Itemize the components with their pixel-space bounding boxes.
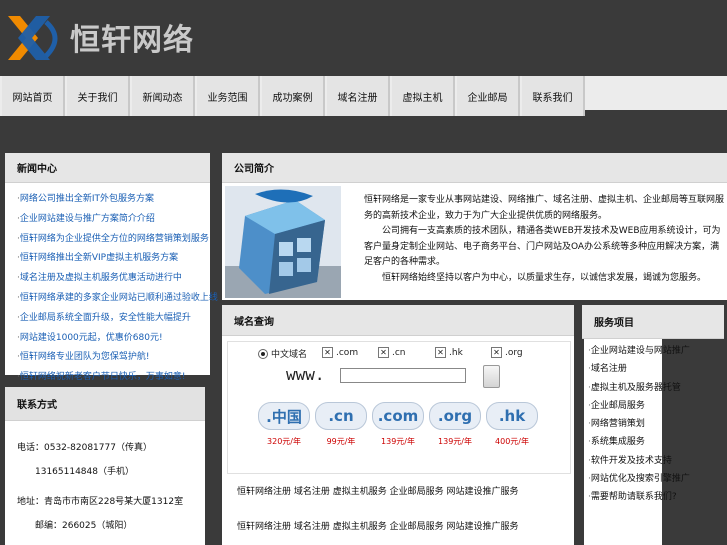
services-list: ·企业网站建设与网站推广 ·域名注册 ·虚拟主机及服务器托管 ·企业邮局服务 ·… [582,342,690,507]
news-item[interactable]: ·域名注册及虚拟主机服务优惠活动进行中 [17,269,210,289]
domain-title: 域名查询 [222,305,574,336]
services-header-panel: 服务项目 [582,305,724,339]
globe-icon: .org [429,402,481,430]
news-item[interactable]: ·网络公司推出全新IT外包服务方案 [17,190,210,210]
news-item[interactable]: ·恒轩网络承建的多家企业网站已顺利通过验收上线 [17,289,218,309]
nav-item-business[interactable]: 业务范围 [197,76,260,116]
tld-price-item[interactable]: .org 139元/年 [429,402,481,447]
domain-option-com[interactable]: ✕ .com [322,347,358,358]
nav-item-domain[interactable]: 域名注册 [327,76,390,116]
service-item[interactable]: ·域名注册 [588,360,690,378]
news-item[interactable]: ·恒轩网络为企业提供全方位的网络营销策划服务 [17,230,210,250]
banner-band [0,116,727,146]
domain-option-org[interactable]: ✕ .org [491,347,523,358]
nav-item-mail[interactable]: 企业邮局 [457,76,520,116]
domain-input[interactable] [340,368,466,383]
service-item[interactable]: ·需要帮助请联系我们? [588,488,690,506]
domain-option-hk[interactable]: ✕ .hk [435,347,463,358]
service-item[interactable]: ·网站优化及搜索引擎推广 [588,470,690,488]
news-item[interactable]: ·企业邮局系统全面升级，安全性能大幅提升 [17,309,210,329]
services-title: 服务项目 [582,305,724,339]
globe-icon: .中国 [258,402,310,430]
service-item[interactable]: ·企业邮局服务 [588,397,690,415]
contact-panel: 联系方式 电话：0532-82081777（传真） 13165114848（手机… [5,387,205,545]
contact-title: 联系方式 [5,387,205,421]
contact-info: 电话：0532-82081777（传真） 13165114848（手机） 地址：… [5,421,205,535]
service-item[interactable]: ·企业网站建设与网站推广 [588,342,690,360]
radio-checked-icon[interactable] [258,348,268,359]
nav-item-about[interactable]: 关于我们 [67,76,130,116]
nav-item-contact[interactable]: 联系我们 [522,76,585,116]
contact-address: 地址：青岛市市南区228号某大厦1312室 [17,497,184,507]
globe-icon: .cn [315,402,367,430]
nav-item-hosting[interactable]: 虚拟主机 [392,76,455,116]
about-paragraph: 公司拥有一支高素质的技术团队，精通各类WEB开发技术及WEB应用系统设计，可为客… [364,226,721,267]
about-text: 恒轩网络是一家专业从事网站建设、网络推广、域名注册、虚拟主机、企业邮局等互联网服… [364,193,724,286]
news-item[interactable]: ·企业网站建设与推广方案简介介绍 [17,210,210,230]
domain-note: 恒轩网络注册 域名注册 虚拟主机服务 企业邮局服务 网站建设推广服务 [237,522,519,532]
news-item[interactable]: ·网站建设1000元起，优惠价680元! [17,329,210,349]
checkbox-checked-icon[interactable]: ✕ [491,347,502,358]
tld-price-item[interactable]: .com 139元/年 [372,402,424,447]
news-title: 新闻中心 [5,153,210,183]
checkbox-checked-icon[interactable]: ✕ [322,347,333,358]
brand-name: 恒轩网络 [70,23,194,58]
globe-icon: .com [372,402,424,430]
service-item[interactable]: ·网络营销策划 [588,415,690,433]
service-item[interactable]: ·虚拟主机及服务器托管 [588,379,690,397]
news-item[interactable]: ·恒轩网络祝新老客户节日快乐，万事如意! [17,368,210,388]
news-list: ·网络公司推出全新IT外包服务方案 ·企业网站建设与推广方案简介介绍 ·恒轩网络… [5,190,218,388]
nav-item-news[interactable]: 新闻动态 [132,76,195,116]
header: 恒轩网络 [0,0,727,76]
contact-mobile: 13165114848（手机） [35,467,134,477]
checkbox-checked-icon[interactable]: ✕ [435,347,446,358]
news-panel: 新闻中心 ·网络公司推出全新IT外包服务方案 ·企业网站建设与推广方案简介介绍 … [5,153,218,382]
contact-postcode: 邮编：266025（城阳） [35,521,133,531]
domain-option-cn[interactable]: ✕ .cn [378,347,406,358]
logo[interactable]: 恒轩网络 [6,12,194,62]
domain-note: 恒轩网络注册 域名注册 虚拟主机服务 企业邮局服务 网站建设推广服务 [237,487,519,497]
about-paragraph: 恒轩网络始终坚持以客户为中心，以质量求生存，以诚信求发展，竭诚为您服务。 [364,272,707,283]
domain-search-button[interactable] [483,365,500,388]
checkbox-checked-icon[interactable]: ✕ [378,347,389,358]
tld-price-item[interactable]: .cn 99元/年 [315,402,367,447]
news-item[interactable]: ·恒轩网络推出全新VIP虚拟主机服务方案 [17,249,210,269]
news-item[interactable]: ·恒轩网络专业团队为您保驾护航! [17,348,210,368]
tld-price-item[interactable]: .hk 400元/年 [486,402,538,447]
nav-item-cases[interactable]: 成功案例 [262,76,325,116]
domain-option-cn-chinese[interactable]: 中文域名 [258,347,307,360]
about-panel: 公司简介 恒轩网络是一家专业从事网站建设、网络推广、域名注册、虚拟主机、企业邮局… [222,153,727,300]
globe-icon: .hk [486,402,538,430]
www-prefix: www. [286,365,325,384]
about-image [225,186,341,298]
about-paragraph: 恒轩网络是一家专业从事网站建设、网络推广、域名注册、虚拟主机、企业邮局等互联网服… [364,195,725,221]
logo-mark-icon [8,16,58,60]
about-title: 公司简介 [222,153,727,183]
nav-item-home[interactable]: 网站首页 [2,76,65,116]
service-item[interactable]: ·软件开发及技术支持 [588,452,690,470]
contact-phone: 电话：0532-82081777（传真） [17,443,152,453]
service-item[interactable]: ·系统集成服务 [588,433,690,451]
tld-price-item[interactable]: .中国 320元/年 [258,402,310,447]
